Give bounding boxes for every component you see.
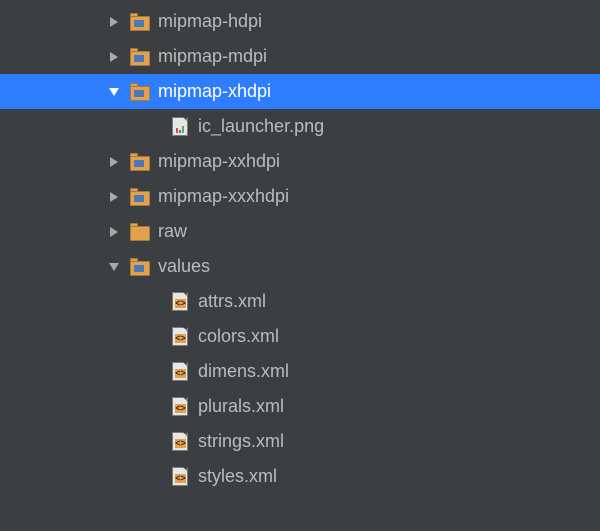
resource-folder-icon	[130, 152, 150, 172]
chevron-down-icon	[106, 84, 122, 100]
tree-item-label: raw	[158, 221, 187, 242]
tree-item-label: colors.xml	[198, 326, 279, 347]
tree-item-mipmap-xxhdpi[interactable]: mipmap-xxhdpi	[0, 144, 600, 179]
tree-item-label: strings.xml	[198, 431, 284, 452]
xml-file-icon: <>	[170, 292, 190, 312]
xml-file-icon: <>	[170, 467, 190, 487]
tree-item-label: plurals.xml	[198, 396, 284, 417]
chevron-right-icon	[106, 224, 122, 240]
xml-file-icon: <>	[170, 432, 190, 452]
tree-item-raw[interactable]: raw	[0, 214, 600, 249]
tree-item-label: mipmap-mdpi	[158, 46, 267, 67]
tree-item-mipmap-hdpi[interactable]: mipmap-hdpi	[0, 4, 600, 39]
tree-item-colors-xml[interactable]: <> colors.xml	[0, 319, 600, 354]
xml-file-icon: <>	[170, 362, 190, 382]
tree-item-label: mipmap-xhdpi	[158, 81, 271, 102]
tree-item-dimens-xml[interactable]: <> dimens.xml	[0, 354, 600, 389]
tree-item-mipmap-mdpi[interactable]: mipmap-mdpi	[0, 39, 600, 74]
resource-folder-icon	[130, 82, 150, 102]
tree-item-attrs-xml[interactable]: <> attrs.xml	[0, 284, 600, 319]
resource-folder-icon	[130, 47, 150, 67]
tree-item-label: dimens.xml	[198, 361, 289, 382]
tree-item-label: mipmap-xxhdpi	[158, 151, 280, 172]
chevron-right-icon	[106, 189, 122, 205]
tree-item-label: mipmap-hdpi	[158, 11, 262, 32]
chevron-down-icon	[106, 259, 122, 275]
chevron-right-icon	[106, 49, 122, 65]
tree-item-strings-xml[interactable]: <> strings.xml	[0, 424, 600, 459]
tree-item-label: values	[158, 256, 210, 277]
tree-item-mipmap-xxxhdpi[interactable]: mipmap-xxxhdpi	[0, 179, 600, 214]
tree-item-values[interactable]: values	[0, 249, 600, 284]
resource-folder-icon	[130, 187, 150, 207]
chevron-right-icon	[106, 14, 122, 30]
xml-file-icon: <>	[170, 327, 190, 347]
tree-item-label: ic_launcher.png	[198, 116, 324, 137]
tree-item-label: styles.xml	[198, 466, 277, 487]
project-tree: mipmap-hdpi mipmap-mdpi mipmap-xhdpi ic_…	[0, 0, 600, 494]
tree-item-styles-xml[interactable]: <> styles.xml	[0, 459, 600, 494]
chevron-right-icon	[106, 154, 122, 170]
xml-file-icon: <>	[170, 397, 190, 417]
tree-item-label: mipmap-xxxhdpi	[158, 186, 289, 207]
tree-item-label: attrs.xml	[198, 291, 266, 312]
image-file-icon	[170, 117, 190, 137]
tree-item-plurals-xml[interactable]: <> plurals.xml	[0, 389, 600, 424]
folder-icon	[130, 222, 150, 242]
tree-item-mipmap-xhdpi[interactable]: mipmap-xhdpi	[0, 74, 600, 109]
resource-folder-icon	[130, 257, 150, 277]
tree-item-ic-launcher[interactable]: ic_launcher.png	[0, 109, 600, 144]
resource-folder-icon	[130, 12, 150, 32]
